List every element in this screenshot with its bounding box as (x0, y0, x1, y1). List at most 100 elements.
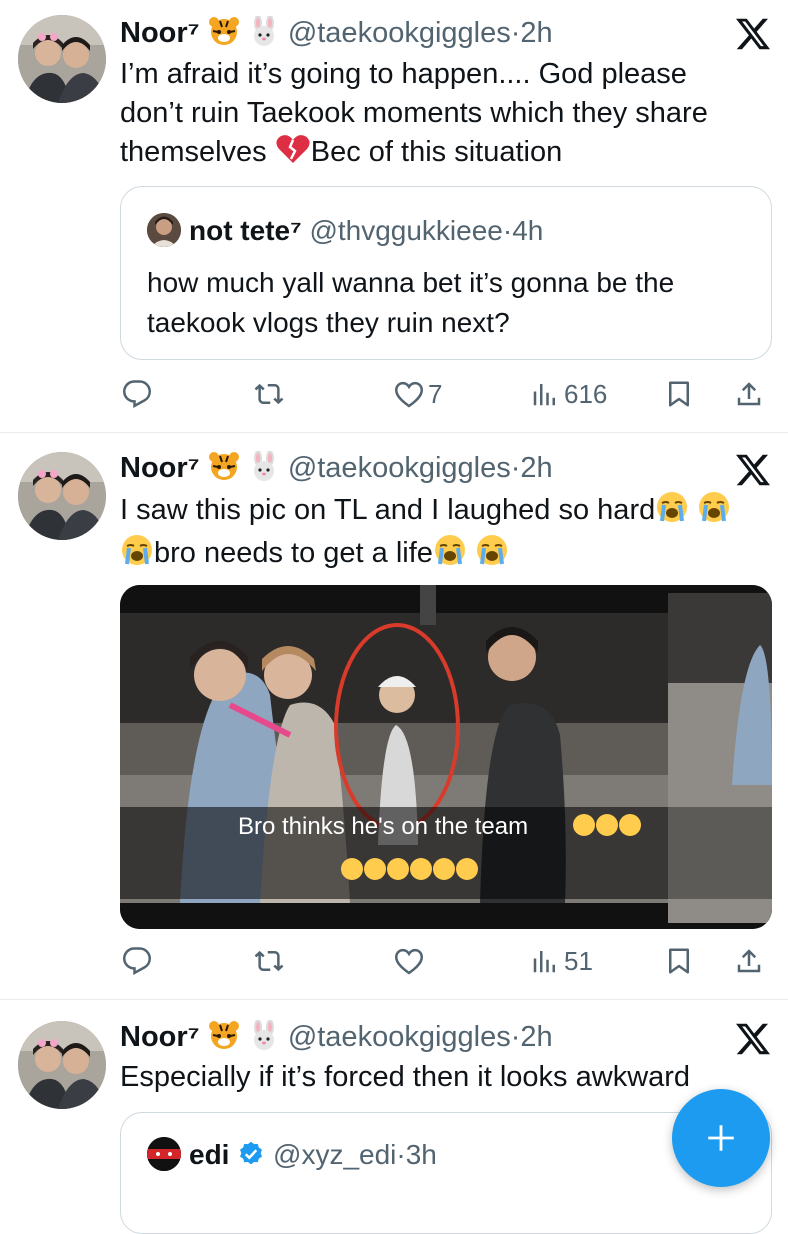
loudly-crying-emoji-icon (697, 491, 731, 534)
avatar[interactable] (147, 213, 181, 247)
loudly-crying-emoji-icon (655, 491, 689, 534)
avatar[interactable] (18, 15, 106, 103)
reply-icon (122, 380, 152, 408)
display-name[interactable]: Noor⁷ (120, 17, 200, 49)
timestamp[interactable]: 2h (520, 452, 552, 484)
tweet-media-image[interactable]: Bro thinks he's on the team (120, 585, 772, 929)
timestamp[interactable]: 2h (520, 17, 552, 49)
verified-badge-icon (237, 1140, 265, 1177)
tweet-2[interactable]: Noor⁷ @taekookgiggles·2h I saw this pic … (0, 433, 788, 1000)
avatar[interactable] (18, 1021, 106, 1109)
views-button[interactable]: 616 (530, 374, 607, 414)
tiger-emoji-icon (208, 16, 240, 55)
tweet-text-segment: themselves (120, 136, 267, 168)
share-icon (737, 382, 761, 406)
avatar[interactable] (18, 452, 106, 540)
tweet-header: Noor⁷ @taekookgiggles·2h (120, 15, 553, 55)
handle[interactable]: @taekookgiggles (288, 17, 511, 49)
loudly-crying-emoji-icon (475, 534, 509, 577)
reply-button[interactable] (122, 941, 152, 981)
views-button[interactable]: 51 (530, 941, 593, 981)
tweet-3[interactable]: Noor⁷ @taekookgiggles·2h Especially if i… (0, 1000, 788, 1234)
tweet-header: Noor⁷ @taekookgiggles·2h (120, 450, 553, 490)
view-count: 51 (564, 945, 593, 976)
tweet-text-line: don’t ruin Taekook moments which they sh… (120, 97, 708, 129)
display-name[interactable]: edi (189, 1139, 229, 1170)
share-button[interactable] (734, 374, 764, 414)
action-bar: 51 (120, 941, 772, 981)
tweet-header: Noor⁷ @taekookgiggles·2h (120, 1019, 553, 1059)
avatar[interactable] (147, 1137, 181, 1171)
handle[interactable]: @taekookgiggles (288, 452, 511, 484)
tweet-text-segment: I saw this pic on TL and I laughed so ha… (120, 494, 656, 526)
media-caption: Bro thinks he's on the team (238, 813, 529, 840)
broken-heart-emoji-icon (275, 133, 311, 176)
tweet-text-line: taekook vlogs they ruin next? (147, 307, 510, 338)
timestamp[interactable]: 4h (512, 215, 543, 246)
like-button[interactable] (394, 941, 424, 981)
handle[interactable]: @taekookgiggles (288, 1021, 511, 1053)
like-count: 7 (428, 378, 443, 409)
heart-icon (394, 381, 424, 408)
tweet-text-line: I’m afraid it’s going to happen.... God … (120, 58, 687, 90)
share-icon (737, 949, 761, 973)
rabbit-emoji-icon (248, 450, 280, 490)
loudly-crying-emoji-icon (120, 534, 154, 577)
view-count: 616 (564, 378, 608, 409)
action-bar: 7 616 (120, 374, 772, 414)
x-logo-icon (736, 1023, 770, 1055)
tweet-text-segment: Bec of this situation (310, 136, 563, 168)
retweet-button[interactable] (254, 374, 284, 414)
separator-dot: · (510, 17, 521, 49)
heart-icon (394, 948, 424, 975)
tweet-text: I saw this pic on TL and I laughed so ha… (120, 491, 770, 577)
tweet-text-line: how much yall wanna bet it’s gonna be th… (147, 267, 675, 298)
separator-dot: · (502, 215, 513, 246)
handle[interactable]: @xyz_edi (273, 1139, 396, 1170)
tiger-emoji-icon (208, 1020, 240, 1059)
reply-icon (122, 947, 152, 975)
tiger-emoji-icon (208, 451, 240, 490)
separator-dot: · (510, 1021, 521, 1053)
tweet-text: I’m afraid it’s going to happen.... God … (120, 55, 762, 176)
separator-dot: · (510, 452, 521, 484)
like-button[interactable]: 7 (394, 374, 442, 414)
bookmark-icon (669, 381, 689, 407)
rabbit-emoji-icon (248, 15, 280, 55)
quoted-tweet[interactable]: not tete⁷ @thvggukkieee·4h how much yall… (120, 186, 772, 360)
bookmark-button[interactable] (664, 374, 694, 414)
quoted-tweet-header: edi @xyz_edi·3h (147, 1137, 437, 1177)
loudly-crying-emoji-icon (433, 534, 467, 577)
bookmark-button[interactable] (664, 941, 694, 981)
handle[interactable]: @thvggukkieee (309, 215, 502, 246)
tweet-text-line: themselves Bec of this situation (120, 133, 762, 176)
x-logo-icon (736, 18, 770, 50)
reply-button[interactable] (122, 374, 152, 414)
rabbit-emoji-icon (248, 1019, 280, 1059)
tweet-text: Especially if it’s forced then it looks … (120, 1058, 762, 1097)
quoted-tweet-header: not tete⁷ @thvggukkieee·4h (147, 213, 543, 249)
retweet-button[interactable] (254, 941, 284, 981)
separator-dot: · (396, 1139, 406, 1170)
tweet-text-line: Especially if it’s forced then it looks … (120, 1061, 691, 1093)
display-name[interactable]: not tete⁷ (189, 215, 302, 246)
tweet-text-line: bro needs to get a life (120, 534, 770, 577)
timestamp[interactable]: 2h (520, 1021, 552, 1053)
retweet-icon (254, 383, 284, 405)
views-icon (533, 384, 555, 406)
bookmark-icon (669, 948, 689, 974)
plus-icon (708, 1125, 734, 1151)
display-name[interactable]: Noor⁷ (120, 1021, 200, 1053)
display-name[interactable]: Noor⁷ (120, 452, 200, 484)
tweet-text-segment: bro needs to get a life (154, 537, 433, 569)
tweet-text-line: I saw this pic on TL and I laughed so ha… (120, 491, 770, 534)
quoted-tweet-text: how much yall wanna bet it’s gonna be th… (147, 263, 751, 343)
tweet-1[interactable]: Noor⁷ @taekookgiggles·2h I’m afraid it’s… (0, 0, 788, 433)
media-photo (120, 585, 772, 929)
views-icon (533, 951, 555, 973)
share-button[interactable] (734, 941, 764, 981)
retweet-icon (254, 950, 284, 972)
compose-button[interactable] (672, 1089, 770, 1187)
timestamp[interactable]: 3h (406, 1139, 437, 1170)
x-logo-icon (736, 454, 770, 486)
